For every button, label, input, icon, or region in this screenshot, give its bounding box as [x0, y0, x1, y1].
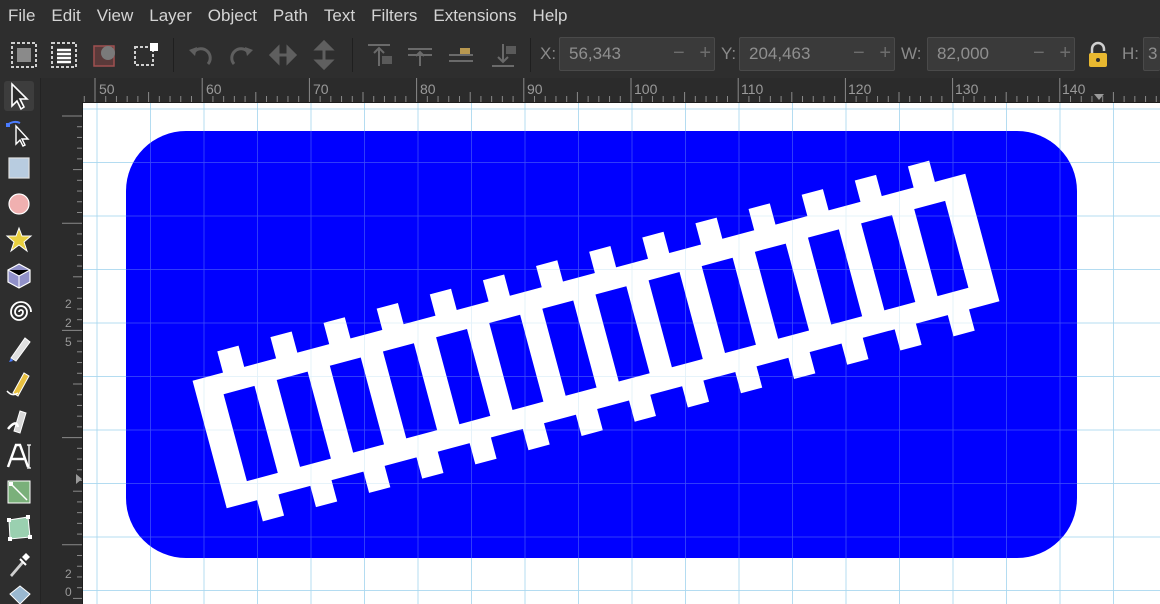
menu-file[interactable]: File [0, 0, 43, 32]
ruler-label: 2 [65, 297, 72, 311]
pencil-tool[interactable] [4, 333, 34, 363]
horizontal-ruler[interactable]: 50 60 70 80 90 100 110 120 130 140 [62, 78, 1160, 103]
ruler-position-marker-icon [1094, 94, 1104, 100]
pencil-icon [9, 337, 31, 362]
ruler-label: 60 [206, 81, 222, 97]
ruler-label: 140 [1062, 81, 1086, 97]
paint-bucket-tool[interactable] [4, 582, 34, 604]
selector-tool[interactable] [4, 81, 34, 111]
gradient-tool[interactable] [4, 477, 34, 507]
raise-icon[interactable] [405, 40, 435, 70]
dropper-tool[interactable] [4, 549, 34, 579]
eyedropper-icon [10, 553, 30, 577]
star-tool[interactable] [4, 225, 34, 255]
spiral-icon [10, 301, 32, 321]
y-label: Y: [721, 44, 737, 63]
toolbox [0, 78, 41, 604]
h-field[interactable] [1143, 37, 1160, 71]
menu-filters[interactable]: Filters [363, 0, 425, 32]
rotate-cw-icon[interactable] [226, 40, 256, 70]
x-label: X: [540, 44, 557, 63]
raise-to-top-icon[interactable] [364, 40, 394, 70]
toolbox-gutter [41, 78, 62, 604]
ruler-label: 70 [313, 81, 329, 97]
toolbar-separator [530, 38, 531, 72]
ruler-label: 50 [99, 81, 115, 97]
node-arrow-icon [6, 120, 30, 147]
select-same-icon[interactable] [91, 40, 121, 70]
text-a-icon [6, 443, 31, 469]
deselect-icon[interactable] [131, 40, 161, 70]
menu-edit[interactable]: Edit [43, 0, 88, 32]
vertical-ruler[interactable]: 2 2 5 2 0 [62, 102, 83, 604]
text-tool[interactable] [4, 441, 34, 471]
menu-text[interactable]: Text [316, 0, 363, 32]
pen-tool[interactable] [4, 369, 34, 399]
x-stepper[interactable]: − + [673, 42, 711, 66]
ruler-label: 90 [527, 81, 543, 97]
x-field[interactable]: −+ [559, 37, 715, 71]
ruler-label: 130 [955, 81, 979, 97]
box3d-tool[interactable] [4, 261, 34, 291]
h-input[interactable] [1144, 38, 1160, 70]
ruler-label: 2 [65, 316, 72, 330]
ruler-position-marker-icon [76, 474, 82, 484]
circle-icon [8, 193, 30, 215]
paint-bucket-icon [9, 585, 31, 604]
ellipse-tool[interactable] [4, 189, 34, 219]
ruler-label: 120 [848, 81, 872, 97]
menu-object[interactable]: Object [200, 0, 265, 32]
ruler-label: 2 [65, 567, 72, 581]
select-all-layers-icon[interactable] [49, 40, 79, 70]
lower-to-bottom-icon[interactable] [488, 40, 518, 70]
menu-path[interactable]: Path [265, 0, 316, 32]
ruler-label: 100 [634, 81, 658, 97]
rectangle-icon [8, 157, 30, 179]
mesh-tool[interactable] [4, 513, 34, 543]
menu-help[interactable]: Help [525, 0, 576, 32]
ruler-label: 0 [65, 585, 72, 599]
calligraphy-pen-icon [7, 410, 27, 434]
ruler-label: 80 [420, 81, 436, 97]
w-stepper[interactable]: − + [1033, 42, 1071, 66]
w-field[interactable]: −+ [927, 37, 1075, 71]
arrow-cursor-icon [11, 82, 29, 111]
spiral-tool[interactable] [4, 297, 34, 327]
star-icon [5, 226, 33, 253]
y-stepper[interactable]: − + [853, 42, 891, 66]
select-all-icon[interactable] [9, 40, 39, 70]
gradient-icon [7, 480, 31, 504]
toolbar-separator [173, 38, 174, 72]
h-label: H: [1122, 44, 1139, 63]
node-tool[interactable] [4, 117, 34, 147]
drawing-canvas[interactable] [83, 103, 1160, 604]
mesh-icon [7, 515, 32, 541]
rectangle-tool[interactable] [4, 153, 34, 183]
cube-icon [7, 263, 31, 289]
rotate-ccw-icon[interactable] [186, 40, 216, 70]
flip-horizontal-icon[interactable] [268, 40, 298, 70]
pen-icon [6, 372, 30, 397]
menu-view[interactable]: View [89, 0, 142, 32]
lock-ratio-icon[interactable] [1085, 40, 1111, 70]
ruler-label: 110 [741, 81, 764, 97]
menu-bar: File Edit View Layer Object Path Text Fi… [0, 0, 1160, 32]
lower-icon[interactable] [446, 40, 476, 70]
ruler-label: 5 [65, 335, 72, 349]
flip-vertical-icon[interactable] [309, 40, 339, 70]
menu-layer[interactable]: Layer [141, 0, 200, 32]
horizontal-ruler-ticks [83, 78, 1157, 102]
toolbar-separator [352, 38, 353, 72]
w-label: W: [901, 44, 922, 63]
calligraphy-tool[interactable] [4, 405, 34, 435]
y-field[interactable]: −+ [739, 37, 895, 71]
tool-controls-bar: X: −+ Y: −+ W: −+ H: [0, 32, 1160, 79]
drawing-surface[interactable] [83, 103, 1160, 604]
vertical-ruler-ticks [62, 115, 82, 599]
menu-extensions[interactable]: Extensions [425, 0, 524, 32]
